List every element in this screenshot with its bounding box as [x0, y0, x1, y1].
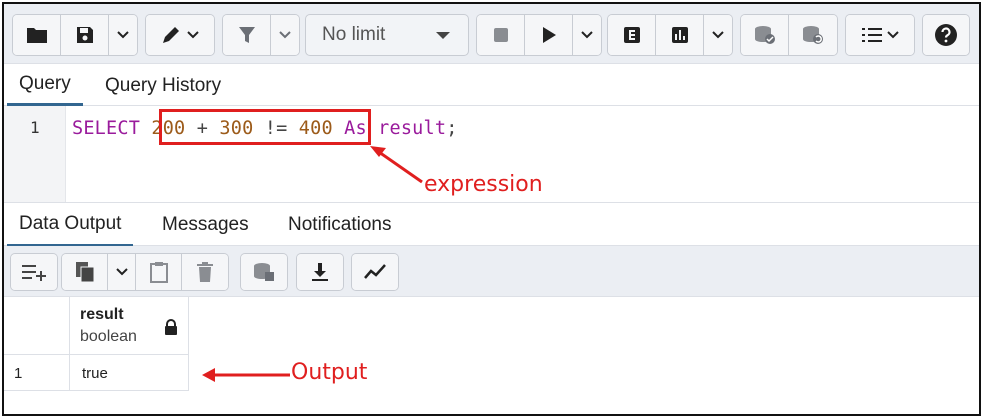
download-button[interactable]	[297, 254, 343, 290]
delete-button[interactable]	[182, 254, 228, 290]
line-number: 1	[30, 118, 40, 137]
file-group	[12, 14, 138, 56]
graph-visualiser-button[interactable]	[352, 254, 398, 290]
tab-notifications[interactable]: Notifications	[276, 203, 404, 247]
tab-label: Query History	[105, 74, 222, 96]
filter-button[interactable]	[223, 15, 271, 55]
result-cell[interactable]: true	[70, 355, 189, 391]
explain-analyze-icon	[671, 27, 688, 43]
help-icon	[935, 24, 957, 46]
alias-result: result	[378, 118, 447, 139]
chevron-down-icon	[117, 31, 129, 39]
chevron-down-icon	[887, 31, 899, 39]
tab-messages[interactable]: Messages	[150, 203, 261, 247]
save-file-button[interactable]	[61, 15, 109, 55]
save-data-group	[240, 253, 288, 291]
filter-icon	[238, 27, 255, 43]
edit-menu-button[interactable]	[146, 15, 214, 55]
save-data-button[interactable]	[241, 254, 287, 290]
commit-button[interactable]	[741, 15, 789, 55]
output-arrow-icon	[202, 368, 290, 382]
tab-label: Messages	[162, 214, 249, 235]
semicolon: ;	[446, 118, 458, 139]
tab-query[interactable]: Query	[7, 65, 83, 106]
macros-icon	[862, 28, 882, 42]
add-row-group	[10, 253, 58, 291]
copy-icon	[75, 262, 94, 283]
macros-group	[845, 14, 915, 56]
row-number-header	[4, 297, 70, 355]
help-button[interactable]	[923, 15, 969, 55]
play-icon	[542, 27, 556, 43]
explain-button[interactable]	[608, 15, 656, 55]
data-grid: result boolean 1 true Output	[4, 297, 979, 414]
stop-icon	[493, 28, 508, 42]
expression-highlight-box	[159, 109, 371, 145]
chevron-down-icon	[279, 31, 291, 39]
expression-annotation: expression	[424, 172, 543, 197]
copy-button[interactable]	[62, 254, 108, 290]
chevron-down-icon	[581, 31, 593, 39]
explain-options-dropdown[interactable]	[704, 15, 732, 55]
rollback-icon	[803, 26, 823, 44]
tab-label: Data Output	[19, 212, 122, 234]
line-chart-icon	[364, 264, 386, 279]
add-row-button[interactable]	[11, 254, 57, 290]
copy-options-dropdown[interactable]	[108, 254, 136, 290]
graph-group	[351, 253, 399, 291]
query-tabs: Query Query History	[4, 65, 979, 106]
paste-icon	[149, 262, 168, 283]
sql-editor[interactable]: 1 SELECT 200 + 300 != 400 As result; exp…	[4, 106, 979, 202]
line-gutter: 1	[4, 106, 66, 202]
execute-options-dropdown[interactable]	[573, 15, 601, 55]
row-limit-value: No limit	[322, 24, 386, 45]
edit-group	[145, 14, 215, 56]
explain-icon	[623, 27, 640, 43]
commit-icon	[754, 26, 775, 44]
output-tabs: Data Output Messages Notifications	[4, 202, 979, 247]
output-annotation: Output	[291, 360, 368, 385]
output-toolbar	[4, 246, 979, 297]
macros-button[interactable]	[846, 15, 914, 55]
help-group	[922, 14, 970, 56]
pen-icon	[163, 27, 179, 43]
chevron-down-icon	[115, 268, 128, 276]
rollback-button[interactable]	[789, 15, 837, 55]
caret-down-icon	[436, 32, 450, 39]
transaction-group	[740, 14, 838, 56]
execute-group	[476, 14, 602, 56]
expression-arrow-icon	[370, 146, 423, 184]
stop-button[interactable]	[477, 15, 525, 55]
add-row-icon	[22, 265, 46, 281]
tab-label: Notifications	[288, 214, 392, 235]
explain-group	[607, 14, 733, 56]
filter-options-dropdown[interactable]	[271, 15, 299, 55]
keyword-select: SELECT	[72, 118, 141, 139]
main-toolbar: No limit	[4, 4, 979, 64]
row-number-cell[interactable]: 1	[4, 355, 70, 391]
row-limit-select[interactable]: No limit	[305, 14, 469, 56]
column-header-result[interactable]: result boolean	[70, 297, 189, 355]
save-options-dropdown[interactable]	[109, 15, 137, 55]
paste-button[interactable]	[136, 254, 182, 290]
clipboard-group	[61, 253, 229, 291]
folder-icon	[26, 28, 47, 43]
pgadmin-query-tool: No limit Query Query History 1 SELECT 20…	[2, 2, 981, 416]
chevron-down-icon	[187, 31, 199, 39]
save-data-icon	[254, 263, 274, 281]
filter-group	[222, 14, 300, 56]
open-file-button[interactable]	[13, 15, 61, 55]
tab-label: Query	[19, 73, 71, 94]
tab-data-output[interactable]: Data Output	[7, 203, 134, 247]
download-icon	[312, 263, 328, 281]
chevron-down-icon	[712, 31, 724, 39]
download-group	[296, 253, 344, 291]
trash-icon	[197, 262, 213, 282]
lock-icon	[165, 319, 177, 335]
explain-analyze-button[interactable]	[656, 15, 704, 55]
save-icon	[76, 27, 93, 43]
execute-button[interactable]	[525, 15, 573, 55]
tab-query-history[interactable]: Query History	[93, 65, 233, 106]
